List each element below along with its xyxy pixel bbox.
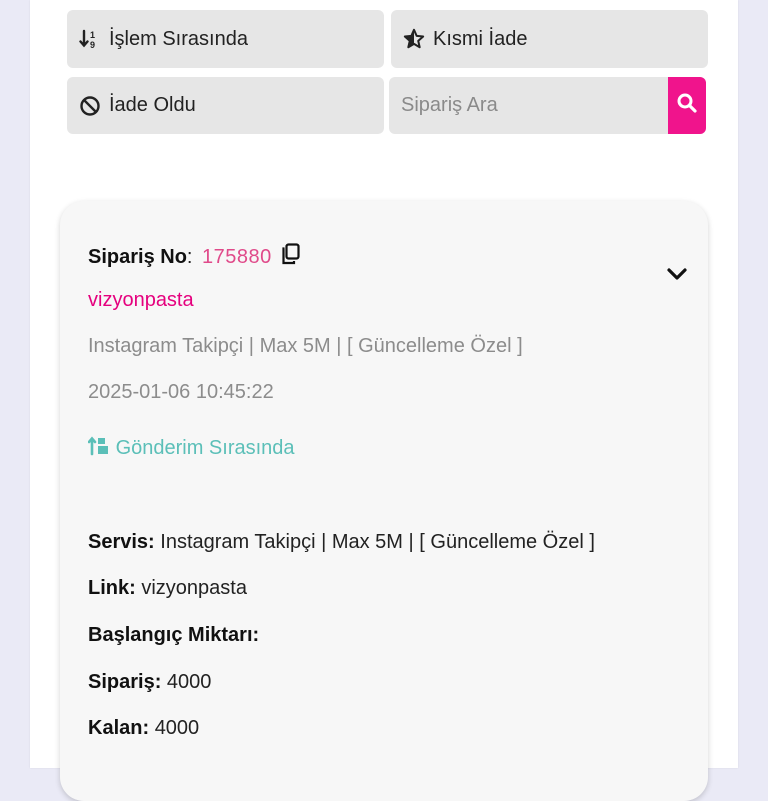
detail-link-label: Link: bbox=[88, 577, 136, 599]
order-date: 2025-01-06 10:45:22 bbox=[88, 381, 274, 403]
order-card: Sipariş No: 175880 vizyonpasta Instagram… bbox=[60, 201, 708, 801]
search-icon bbox=[676, 92, 698, 119]
detail-remaining-value: 4000 bbox=[154, 717, 200, 739]
star-half-icon bbox=[403, 28, 425, 50]
detail-service-label: Servis: bbox=[88, 531, 155, 553]
detail-start-label: Başlangıç Miktarı: bbox=[88, 624, 260, 646]
detail-order-label: Sipariş: bbox=[88, 671, 162, 693]
svg-text:9: 9 bbox=[90, 40, 95, 50]
order-username: vizyonpasta bbox=[88, 289, 194, 311]
sort-amount-icon bbox=[87, 436, 110, 462]
svg-text:1: 1 bbox=[90, 30, 95, 40]
filter-refunded-button[interactable]: İade Oldu bbox=[67, 77, 384, 134]
filter-processing-label: İşlem Sırasında bbox=[109, 27, 248, 50]
filter-refunded-label: İade Oldu bbox=[109, 94, 196, 116]
order-search-input[interactable] bbox=[389, 77, 668, 134]
order-service-name: Instagram Takipçi | Max 5M | [ Güncellem… bbox=[88, 335, 523, 357]
order-number-label: Sipariş No bbox=[88, 246, 187, 268]
filter-partial-refund-button[interactable]: Kısmi İade bbox=[391, 10, 708, 68]
order-status: Gönderim Sırasında bbox=[87, 436, 295, 462]
search-button[interactable] bbox=[668, 77, 706, 134]
order-number-value: 175880 bbox=[202, 246, 272, 268]
detail-start-row: Başlangıç Miktarı: bbox=[88, 624, 259, 647]
detail-remaining-row: Kalan: 4000 bbox=[88, 717, 199, 740]
filter-partial-refund-label: Kısmi İade bbox=[433, 27, 528, 50]
detail-order-value: 4000 bbox=[166, 671, 212, 693]
detail-remaining-label: Kalan: bbox=[88, 717, 150, 739]
order-number-row: Sipariş No: 175880 bbox=[88, 243, 301, 271]
orders-page: 1 9 İşlem Sırasında Kısmi İade İade Oldu bbox=[30, 0, 738, 801]
order-status-label: Gönderim Sırasında bbox=[115, 437, 295, 459]
copy-icon[interactable] bbox=[281, 243, 301, 271]
order-search bbox=[389, 77, 706, 134]
filter-processing-button[interactable]: 1 9 İşlem Sırasında bbox=[67, 10, 384, 68]
ban-icon bbox=[79, 95, 101, 117]
detail-service-value: Instagram Takipçi | Max 5M | [ Güncellem… bbox=[160, 531, 595, 553]
detail-link-row: Link: vizyonpasta bbox=[88, 577, 247, 600]
detail-order-row: Sipariş: 4000 bbox=[88, 671, 211, 694]
expand-order-button[interactable] bbox=[666, 263, 688, 290]
detail-link-value: vizyonpasta bbox=[141, 577, 247, 599]
chevron-down-icon bbox=[666, 268, 688, 289]
sort-numeric-icon: 1 9 bbox=[79, 28, 101, 50]
order-number-separator: : bbox=[186, 246, 193, 268]
detail-service-row: Servis: Instagram Takipçi | Max 5M | [ G… bbox=[88, 531, 595, 554]
